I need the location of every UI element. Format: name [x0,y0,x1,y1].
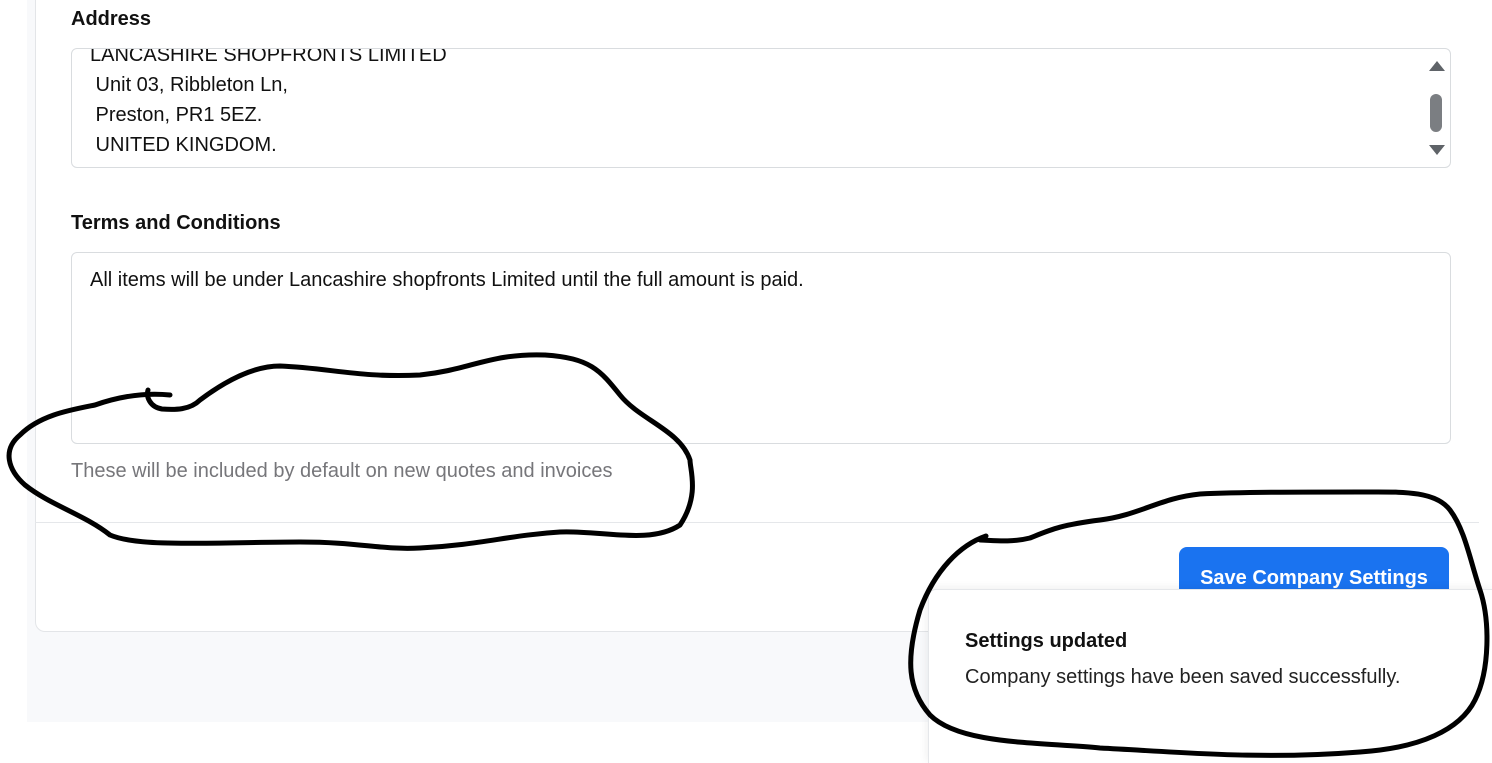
terms-label: Terms and Conditions [71,212,281,234]
address-textarea[interactable]: LANCASHIRE SHOPFRONTS LIMITED Unit 03, R… [71,48,1451,168]
terms-textarea[interactable]: All items will be under Lancashire shopf… [71,252,1451,444]
address-scrollbar[interactable] [1422,49,1450,167]
scroll-up-arrow-icon[interactable] [1429,61,1445,71]
toast-message: Company settings have been saved success… [965,666,1401,688]
scroll-thumb[interactable] [1430,94,1442,132]
terms-helper-text: These will be included by default on new… [71,460,613,482]
footer-divider [35,522,1479,523]
success-toast: Settings updated Company settings have b… [928,589,1492,763]
toast-title: Settings updated [965,630,1128,652]
terms-value[interactable]: All items will be under Lancashire shopf… [90,269,804,292]
scroll-down-arrow-icon[interactable] [1429,145,1445,155]
address-label: Address [71,8,152,30]
address-value[interactable]: LANCASHIRE SHOPFRONTS LIMITED Unit 03, R… [90,49,447,160]
